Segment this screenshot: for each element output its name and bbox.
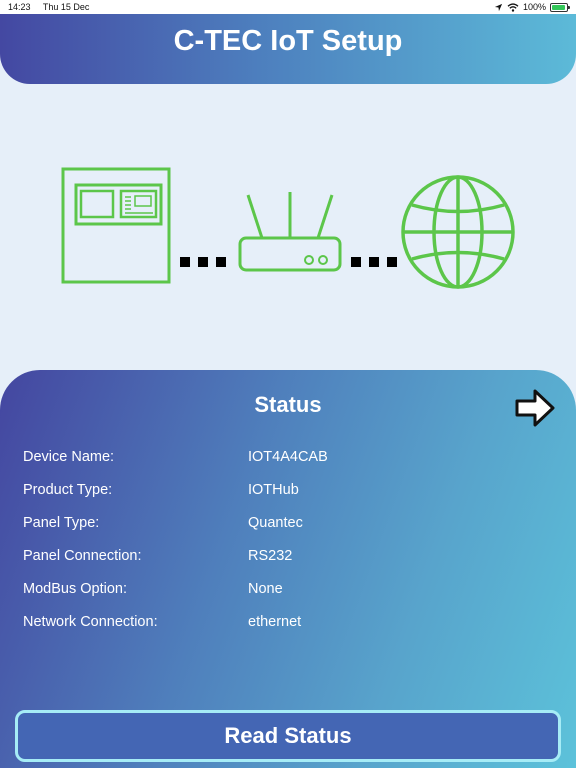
status-panel: Status Device Name: IOT4A4CAB Product Ty…	[0, 370, 576, 768]
status-row-product-type: Product Type: IOTHub	[23, 473, 543, 506]
status-bar: 14:23 Thu 15 Dec 100%	[0, 0, 576, 14]
status-value: Quantec	[248, 514, 303, 531]
status-label: Panel Connection:	[23, 547, 142, 564]
status-bar-right: 100%	[494, 2, 570, 12]
app-header: C-TEC IoT Setup	[0, 14, 576, 84]
battery-icon	[550, 2, 570, 12]
read-status-button[interactable]: Read Status	[15, 710, 561, 762]
status-row-network-connection: Network Connection: ethernet	[23, 605, 543, 638]
status-date: Thu 15 Dec	[42, 2, 90, 12]
globe-icon	[401, 175, 515, 289]
location-icon	[494, 3, 503, 11]
status-time: 14:23	[8, 2, 31, 12]
status-value: IOT4A4CAB	[248, 448, 328, 465]
status-row-device-name: Device Name: IOT4A4CAB	[23, 440, 543, 473]
status-label: Product Type:	[23, 481, 113, 498]
status-label: Device Name:	[23, 448, 115, 465]
status-label: Network Connection:	[23, 613, 158, 630]
fire-panel-icon	[61, 167, 171, 284]
connection-diagram	[61, 167, 515, 289]
status-rows: Device Name: IOT4A4CAB Product Type: IOT…	[23, 440, 543, 638]
next-arrow-icon[interactable]	[514, 388, 556, 428]
status-value: ethernet	[248, 613, 302, 630]
connection-dots-left	[180, 257, 226, 267]
status-row-panel-type: Panel Type: Quantec	[23, 506, 543, 539]
wifi-icon	[507, 2, 519, 12]
status-bar-left: 14:23 Thu 15 Dec	[8, 2, 99, 12]
status-row-modbus-option: ModBus Option: None	[23, 572, 543, 605]
status-label: ModBus Option:	[23, 580, 127, 597]
battery-percent: 100%	[522, 2, 546, 12]
router-icon	[238, 192, 342, 272]
app-title: C-TEC IoT Setup	[173, 24, 403, 57]
status-value: RS232	[248, 547, 293, 564]
status-label: Panel Type:	[23, 514, 100, 531]
status-title: Status	[254, 392, 322, 417]
status-value: None	[248, 580, 283, 597]
connection-dots-right	[351, 257, 397, 267]
status-row-panel-connection: Panel Connection: RS232	[23, 539, 543, 572]
status-value: IOTHub	[248, 481, 299, 498]
